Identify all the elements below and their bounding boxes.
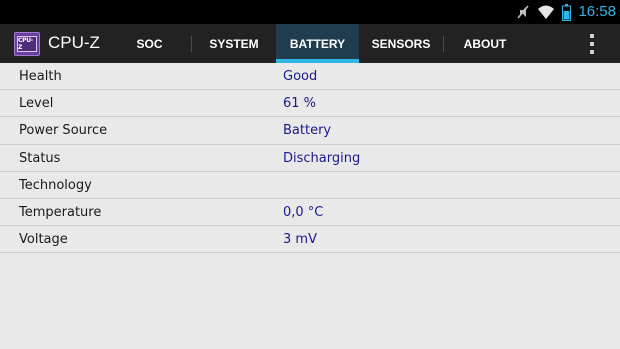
tab-sensors[interactable]: SENSORS [359, 24, 443, 63]
tab-label: ABOUT [463, 36, 507, 51]
row-value: Battery [283, 123, 332, 139]
status-icons: 16:58 [516, 3, 616, 21]
app-title: CPU-Z [48, 33, 100, 52]
tab-about[interactable]: ABOUT [444, 24, 526, 63]
list-item: Temperature 0,0 °C [0, 199, 620, 227]
tab-label: SYSTEM [209, 36, 259, 51]
tab-system[interactable]: SYSTEM [192, 24, 276, 63]
status-time: 16:58 [578, 3, 616, 20]
row-value: 61 % [283, 96, 317, 112]
tab-label: BATTERY [289, 36, 346, 51]
list-item: Status Discharging [0, 145, 620, 172]
action-bar: CPU-Z CPU-Z SOC SYSTEM BATTERY SENSORS A… [0, 24, 620, 63]
row-label: Voltage [19, 232, 68, 248]
list-item: Technology [0, 172, 620, 199]
row-label: Temperature [19, 204, 102, 220]
list-item: Level 61 % [0, 90, 620, 118]
wifi-icon [538, 5, 555, 19]
overflow-menu-icon[interactable] [584, 32, 600, 56]
app-logo-icon: CPU-Z [14, 32, 40, 56]
tab-label: SENSORS [371, 36, 431, 51]
row-label: Power Source [19, 123, 108, 139]
row-label: Level [19, 96, 54, 112]
tab-battery[interactable]: BATTERY [276, 24, 359, 63]
list-item: Health Good [0, 63, 620, 91]
battery-info-list: Health Good Level 61 % Power Source Batt… [0, 63, 620, 254]
tab-soc[interactable]: SOC [108, 24, 191, 63]
app-logo-text: CPU-Z [17, 36, 37, 52]
row-value: 0,0 °C [283, 204, 324, 220]
row-label: Health [19, 69, 62, 84]
status-bar: 16:58 [0, 0, 620, 24]
row-label: Status [19, 150, 61, 166]
list-item: Power Source Battery [0, 117, 620, 145]
row-value: 3 mV [283, 232, 317, 248]
list-item: Voltage 3 mV [0, 226, 620, 254]
row-label: Technology [19, 177, 92, 193]
tab-label: SOC [136, 36, 163, 51]
row-value: Good [283, 69, 318, 84]
no-sound-icon [517, 5, 530, 19]
row-value: Discharging [283, 150, 361, 166]
battery-icon [562, 3, 572, 21]
